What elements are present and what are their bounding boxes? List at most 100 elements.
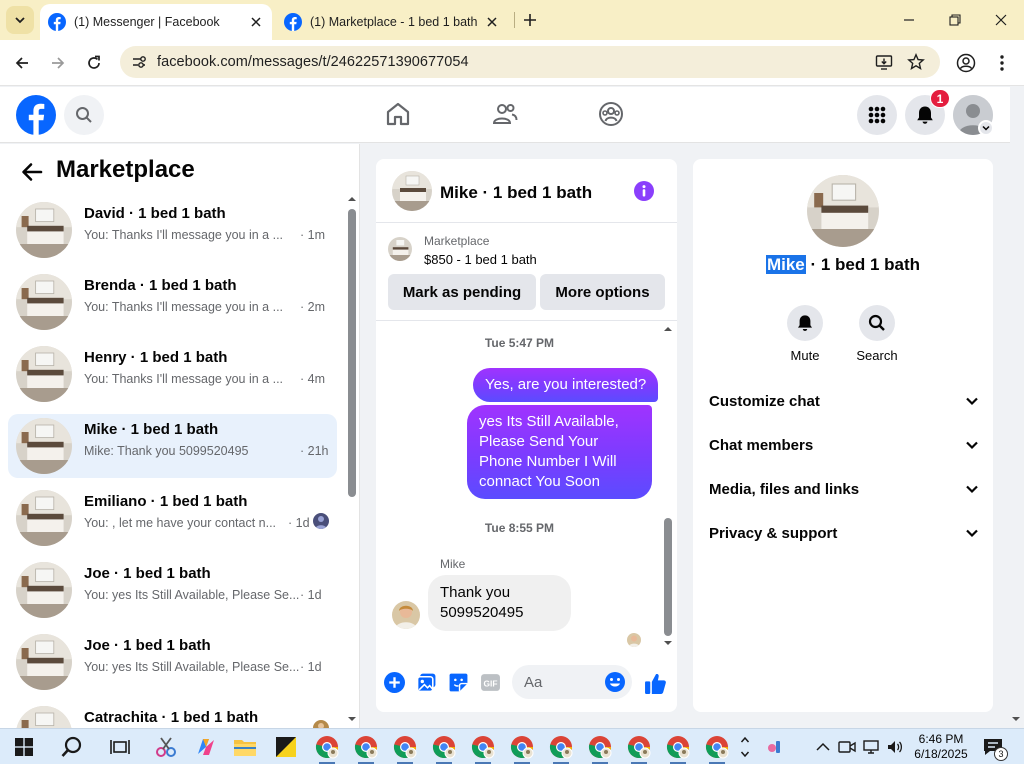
minimize-button[interactable]	[897, 8, 921, 32]
taskbar-overflow[interactable]	[738, 733, 752, 761]
facebook-search-button[interactable]	[64, 95, 104, 135]
conversation-item[interactable]: Mike · 1 bed 1 bath Mike: Thank you 50995…	[8, 414, 337, 478]
install-app-button[interactable]	[874, 52, 894, 72]
nav-friends[interactable]	[490, 99, 520, 129]
taskbar-app-chrome[interactable]	[508, 733, 536, 764]
tray-network[interactable]	[862, 738, 880, 756]
taskbar-app-chrome[interactable]	[352, 733, 380, 764]
forward-button[interactable]	[46, 51, 70, 75]
chat-scrollbar[interactable]	[660, 322, 676, 652]
bookmark-button[interactable]	[906, 52, 926, 72]
taskbar-app-chrome[interactable]	[430, 733, 458, 764]
scrollbar-thumb[interactable]	[664, 518, 672, 636]
account-menu-caret[interactable]	[978, 120, 994, 136]
taskbar-app-chrome[interactable]	[586, 733, 614, 764]
chat-listing-avatar[interactable]	[392, 171, 432, 211]
taskbar-app-snipping[interactable]	[152, 733, 180, 761]
scroll-down-icon[interactable]	[660, 638, 676, 648]
page-scrollbar[interactable]	[1008, 144, 1024, 728]
outgoing-message[interactable]: Yes, are you interested?	[473, 368, 659, 402]
tray-volume[interactable]	[886, 738, 904, 756]
conversation-item[interactable]: Joe · 1 bed 1 bath You: yes Its Still Ava…	[8, 558, 337, 622]
taskbar-search-button[interactable]	[58, 733, 86, 761]
tab-close-button[interactable]	[246, 12, 266, 32]
mute-action[interactable]: Mute	[775, 305, 835, 363]
sticker-button[interactable]	[447, 671, 469, 693]
outgoing-message[interactable]: yes Its Still Available, Please Send You…	[467, 405, 652, 499]
site-settings-icon[interactable]	[130, 53, 148, 71]
bedroom-photo-icon	[16, 274, 72, 330]
search-action[interactable]: Search	[847, 305, 907, 363]
taskbar-app-file-explorer[interactable]	[231, 733, 259, 761]
taskbar-app-sticky-notes[interactable]	[272, 733, 300, 761]
conversation-list-scrollbar[interactable]	[344, 194, 360, 728]
chat-members-section[interactable]: Chat members	[709, 431, 979, 459]
seen-avatar	[313, 720, 329, 728]
tray-show-hidden[interactable]	[814, 738, 832, 756]
taskbar-app-chrome[interactable]	[625, 733, 653, 764]
message-input[interactable]: Aa	[512, 665, 632, 699]
incoming-message[interactable]: Thank you 5099520495	[428, 575, 571, 631]
conversation-item[interactable]: Brenda · 1 bed 1 bath You: Thanks I'll me…	[8, 270, 337, 334]
info-listing-avatar[interactable]	[807, 175, 879, 247]
close-window-button[interactable]	[989, 8, 1013, 32]
gif-button[interactable]: GIF	[479, 671, 501, 693]
more-options-button[interactable]: More options	[540, 274, 665, 310]
scroll-up-icon[interactable]	[344, 194, 360, 204]
search-in-conversation-button[interactable]	[859, 305, 895, 341]
tab-marketplace[interactable]: (1) Marketplace - 1 bed 1 bath	[276, 4, 508, 40]
chat-title[interactable]: Mike · 1 bed 1 bath	[440, 183, 592, 203]
facebook-logo-icon[interactable]	[16, 95, 56, 135]
taskbar-app-copilot[interactable]	[192, 733, 220, 761]
arrow-right-icon	[52, 57, 65, 69]
nav-groups[interactable]	[596, 99, 626, 129]
profile-button[interactable]	[954, 51, 978, 75]
tab-search-button[interactable]	[6, 6, 34, 34]
conversation-item[interactable]: Joe · 1 bed 1 bath You: yes Its Still Ava…	[8, 630, 337, 694]
taskbar-app-chrome[interactable]	[313, 733, 341, 764]
listing-thumbnail[interactable]	[388, 237, 412, 261]
mute-button[interactable]	[787, 305, 823, 341]
privacy-support-section[interactable]: Privacy & support	[709, 519, 979, 547]
tab-close-button[interactable]	[482, 12, 502, 32]
taskbar-app-chrome[interactable]	[664, 733, 692, 764]
start-button[interactable]	[10, 733, 38, 761]
taskbar-app-chrome[interactable]	[703, 733, 731, 764]
conversation-item[interactable]: David · 1 bed 1 bath You: Thanks I'll mes…	[8, 198, 337, 262]
tray-app-icon[interactable]	[766, 738, 784, 756]
scroll-up-icon[interactable]	[660, 324, 676, 334]
info-icon[interactable]	[634, 181, 654, 201]
back-arrow-icon[interactable]	[20, 160, 44, 184]
customize-chat-section[interactable]: Customize chat	[709, 387, 979, 415]
taskbar-app-chrome[interactable]	[391, 733, 419, 764]
scrollbar-thumb[interactable]	[348, 209, 356, 497]
taskbar-app-chrome[interactable]	[547, 733, 575, 764]
reload-button[interactable]	[82, 51, 106, 75]
conversation-item[interactable]: Emiliano · 1 bed 1 bath You: , let me hav…	[8, 486, 337, 550]
browser-menu-button[interactable]	[990, 51, 1014, 75]
media-files-links-section[interactable]: Media, files and links	[709, 475, 979, 503]
sticky-notes-icon	[276, 737, 296, 757]
emoji-icon[interactable]	[604, 671, 626, 693]
tray-meet-now[interactable]	[838, 738, 856, 756]
listing-price-title[interactable]: $850 - 1 bed 1 bath	[424, 252, 537, 267]
more-actions-button[interactable]	[383, 671, 405, 693]
mark-as-pending-button[interactable]: Mark as pending	[388, 274, 536, 310]
nav-home[interactable]	[383, 99, 413, 129]
conversation-item[interactable]: Catrachita · 1 bed 1 bath	[8, 702, 337, 728]
attach-media-button[interactable]	[415, 671, 437, 693]
sender-avatar[interactable]	[392, 601, 420, 629]
scroll-down-icon[interactable]	[1008, 714, 1024, 724]
new-tab-button[interactable]	[520, 10, 540, 30]
tab-messenger[interactable]: (1) Messenger | Facebook	[40, 4, 272, 40]
task-view-button[interactable]	[106, 733, 134, 761]
taskbar-app-chrome[interactable]	[469, 733, 497, 764]
scroll-down-icon[interactable]	[344, 714, 360, 724]
address-bar[interactable]: facebook.com/messages/t/2462257139067705…	[120, 46, 940, 78]
taskbar-clock[interactable]: 6:46 PM 6/18/2025	[910, 732, 972, 762]
restore-button[interactable]	[943, 8, 967, 32]
like-button[interactable]	[643, 671, 667, 695]
back-button[interactable]	[10, 51, 34, 75]
conversation-item[interactable]: Henry · 1 bed 1 bath You: Thanks I'll mes…	[8, 342, 337, 406]
menu-button[interactable]	[857, 95, 897, 135]
